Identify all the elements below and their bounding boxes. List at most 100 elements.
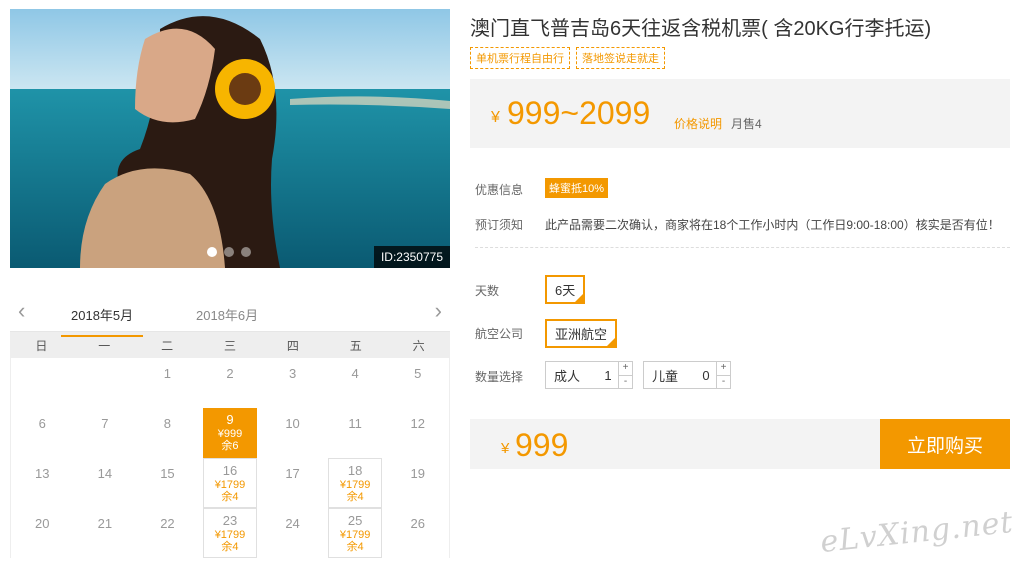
date-number: 10 <box>285 416 300 431</box>
adult-value[interactable]: 1 <box>598 368 618 383</box>
date-number: 25 <box>347 513 363 528</box>
date-number: 12 <box>410 416 425 431</box>
calendar-date-cell: 12 <box>386 408 449 458</box>
date-number: 15 <box>160 466 175 481</box>
airline-option[interactable]: 亚洲航空 <box>545 319 618 348</box>
site-watermark: eLvXing.net <box>818 504 1016 561</box>
calendar-date-cell: 19 <box>386 458 449 508</box>
carousel-dot-2[interactable] <box>224 247 234 257</box>
product-id-badge: ID:2350775 <box>373 246 450 268</box>
date-number: 18 <box>347 463 363 478</box>
calendar-date-cell: 21 <box>74 508 137 558</box>
date-price: ¥1799 <box>214 479 246 491</box>
promo-label: 优惠信息 <box>475 183 524 197</box>
date-number: 20 <box>35 516 50 531</box>
date-number: 23 <box>222 513 238 528</box>
child-label: 儿童 <box>652 368 679 384</box>
calendar-date-cell: 4 <box>324 358 387 408</box>
price-panel: ¥ 999~2099 价格说明 月售4 <box>470 79 1010 148</box>
product-title: 澳门直飞普吉岛6天往返含税机票( 含20KG行李托运) <box>470 18 932 40</box>
adult-decrement-button[interactable]: - <box>619 374 632 389</box>
date-remaining: 余4 <box>221 541 239 553</box>
quantity-label: 数量选择 <box>475 370 524 384</box>
price-range: 999~2099 <box>507 95 651 131</box>
total-price: 999 <box>515 427 569 463</box>
date-price: ¥1799 <box>339 479 371 491</box>
weekday-label: 五 <box>349 338 362 353</box>
date-number: 6 <box>38 416 46 431</box>
weekday-label: 四 <box>286 338 299 353</box>
month-tab-june[interactable]: 2018年6月 <box>196 305 258 324</box>
carousel-dot-3[interactable] <box>241 247 251 257</box>
calendar-date-cell: 11 <box>324 408 387 458</box>
tag-free-travel[interactable]: 单机票行程自由行 <box>470 47 570 69</box>
date-remaining: 余4 <box>346 491 364 503</box>
date-number: 8 <box>163 416 172 431</box>
divider <box>475 247 1010 248</box>
adult-increment-button[interactable]: + <box>619 362 632 375</box>
calendar-grid: 1 2 3 4 5 6 7 8 9 ¥999 余6 10 11 12 13 14 15 16 ¥1799 余4 17 18… <box>10 358 450 558</box>
days-option[interactable]: 6天 <box>545 275 586 304</box>
calendar-date-cell-available[interactable]: 16 ¥1799 余4 <box>202 458 258 508</box>
tag-visa-on-arrival[interactable]: 落地签说走就走 <box>576 47 665 69</box>
date-number: 5 <box>414 366 422 381</box>
date-number: 1 <box>163 366 172 381</box>
calendar-date-cell-available[interactable]: 9 ¥999 余6 <box>202 408 258 458</box>
date-number: 9 <box>226 412 234 427</box>
buy-now-button[interactable]: 立即购买 <box>880 419 1010 469</box>
date-number: 13 <box>35 466 50 481</box>
product-photo[interactable]: ID:2350775 <box>10 9 450 268</box>
date-number: 11 <box>348 416 362 431</box>
date-remaining: 余4 <box>346 541 364 553</box>
notice-label: 预订须知 <box>475 218 524 232</box>
calendar-date-cell: 14 <box>74 458 137 508</box>
calendar-date-cell: 17 <box>261 458 324 508</box>
total-currency: ¥ <box>501 440 510 457</box>
adult-label: 成人 <box>554 368 581 384</box>
calendar-date-cell: 13 <box>11 458 74 508</box>
date-price: ¥1799 <box>214 529 246 541</box>
date-number: 21 <box>97 516 113 531</box>
calendar-date-cell-available[interactable]: 18 ¥1799 余4 <box>327 458 383 508</box>
date-number: 19 <box>410 466 425 481</box>
airline-label: 航空公司 <box>475 327 524 341</box>
price-explanation-link[interactable]: 价格说明 <box>674 115 722 132</box>
weekday-label: 日 <box>35 338 48 353</box>
adult-quantity-stepper[interactable]: 成人 1 + - <box>545 361 633 389</box>
date-number: 26 <box>410 516 425 531</box>
date-number: 2 <box>226 366 234 381</box>
calendar-date-cell: 2 <box>199 358 262 408</box>
price-currency: ¥ <box>491 109 500 126</box>
child-increment-button[interactable]: + <box>717 362 730 375</box>
date-number: 7 <box>101 416 109 431</box>
calendar-date-cell: 1 <box>136 358 199 408</box>
calendar-date-cell: 20 <box>11 508 74 558</box>
date-number: 22 <box>160 516 175 531</box>
calendar-date-cell-available[interactable]: 23 ¥1799 余4 <box>202 508 258 558</box>
carousel-dot-1[interactable] <box>207 247 217 257</box>
promo-badge: 蜂蜜抵10% <box>545 178 609 198</box>
purchase-bar: ¥ 999 立即购买 <box>470 419 1010 469</box>
calendar-date-cell: 8 <box>136 408 199 458</box>
date-remaining: 余4 <box>221 491 239 503</box>
child-value[interactable]: 0 <box>696 368 716 383</box>
date-number: 14 <box>97 466 113 481</box>
weekday-label: 二 <box>161 338 174 353</box>
notice-text: 此产品需要二次确认，商家将在18个工作小时内（工作日9:00-18:00）核实是… <box>545 218 1000 232</box>
date-price: ¥999 <box>217 428 243 440</box>
calendar-date-cell: 7 <box>74 408 137 458</box>
child-decrement-button[interactable]: - <box>717 374 730 389</box>
carousel-dots <box>207 247 251 257</box>
adult-stepper-buttons: + - <box>618 362 632 388</box>
weekday-label: 三 <box>223 338 236 353</box>
prev-month-icon[interactable]: ‹ <box>18 300 25 322</box>
child-quantity-stepper[interactable]: 儿童 0 + - <box>643 361 731 389</box>
weekday-label: 六 <box>412 338 425 353</box>
calendar-date-cell: 3 <box>261 358 324 408</box>
month-tab-may[interactable]: 2018年5月 <box>60 305 144 337</box>
date-number: 3 <box>288 366 297 381</box>
calendar-date-cell-available[interactable]: 25 ¥1799 余4 <box>327 508 383 558</box>
calendar-date-cell: 10 <box>261 408 324 458</box>
calendar-date-cell: 5 <box>386 358 449 408</box>
next-month-icon[interactable]: › <box>435 300 442 322</box>
